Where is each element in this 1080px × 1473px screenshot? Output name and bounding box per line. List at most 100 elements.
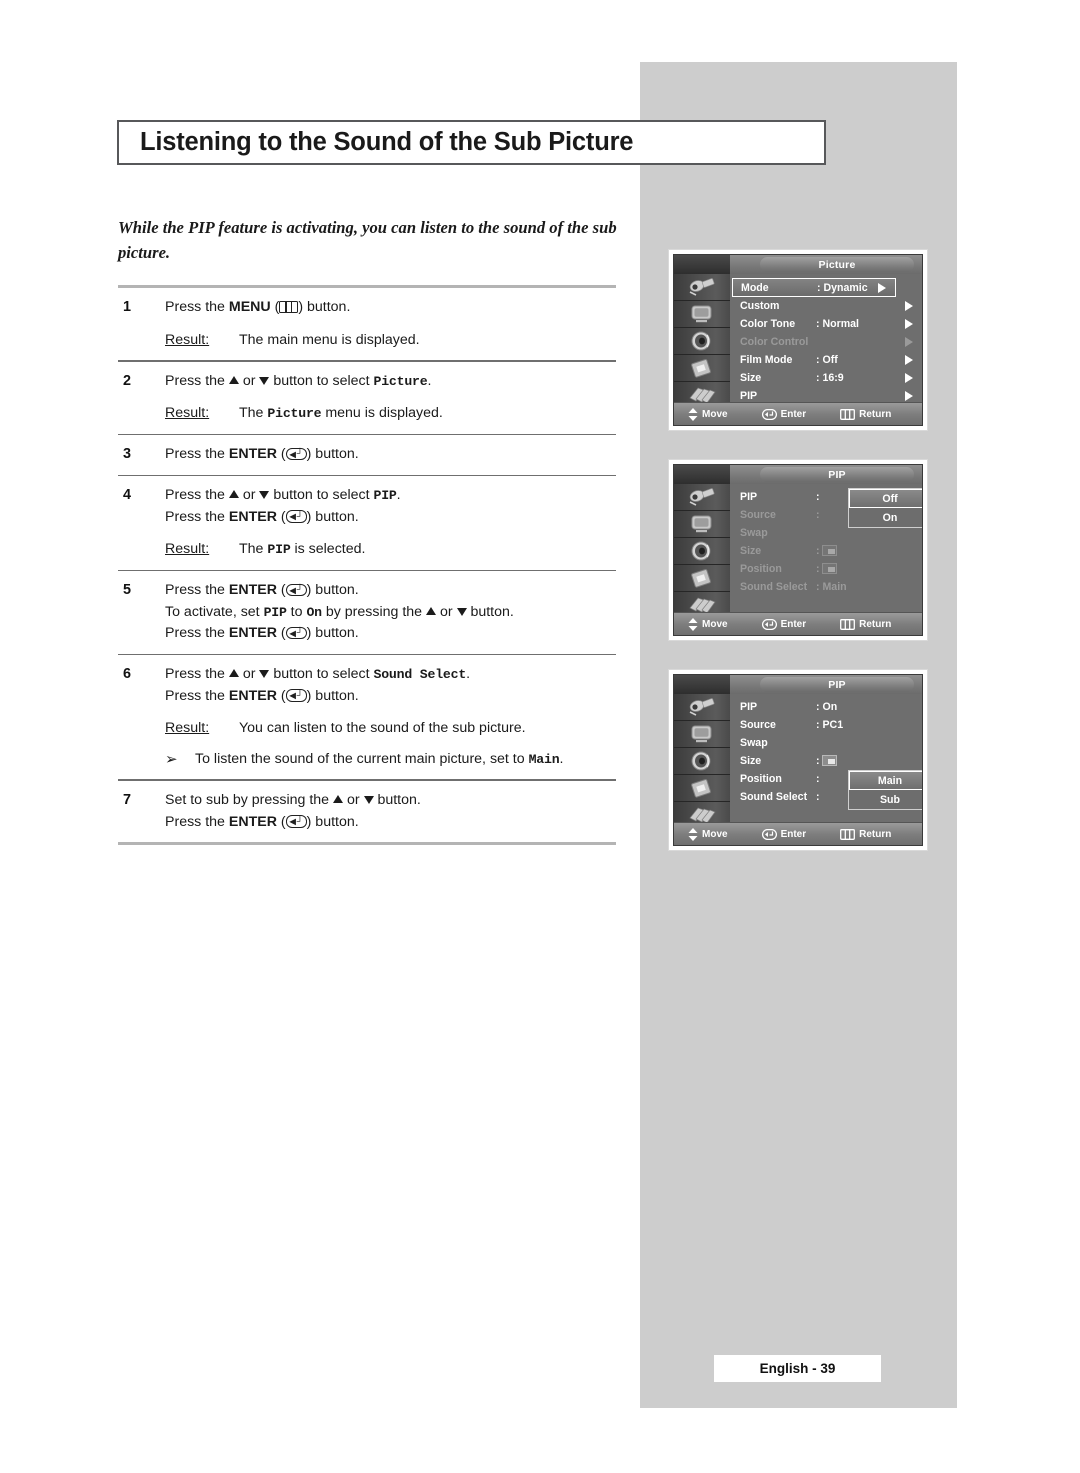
key-name: ENTER: [228, 446, 277, 463]
osd-menu-item[interactable]: Custom: [730, 297, 922, 315]
text-run: (: [276, 508, 286, 525]
osd-hint-label: Enter: [780, 618, 807, 630]
osd-hint-label: Move: [702, 828, 728, 840]
osd-item-label: Position: [740, 773, 782, 785]
text-run: Press the: [165, 446, 229, 463]
picture-tv-icon[interactable]: [674, 511, 730, 538]
setup-chip-icon[interactable]: [674, 775, 730, 802]
result-label: Result:: [165, 541, 210, 558]
osd-menu-item[interactable]: Color Control: [730, 333, 922, 351]
text-run: (: [270, 299, 280, 315]
key-name: ENTER: [228, 508, 277, 525]
osd-menu-item[interactable]: Size:: [730, 542, 922, 560]
sound-speaker-icon[interactable]: [674, 538, 730, 565]
osd-menu-item[interactable]: Source: PC1: [730, 716, 922, 734]
osd-menu-item[interactable]: Swap: [730, 734, 922, 752]
osd-item-label: Source: [740, 509, 776, 521]
step-row: 1 Press the MENU () button. Result: The mai…: [118, 288, 616, 360]
sound-speaker-icon[interactable]: [674, 748, 730, 775]
note-row: ➢ To listen the sound of the current main…: [165, 749, 616, 771]
step-row: 3 Press the ENTER (◀ ┘) button.: [118, 435, 616, 475]
note-text: To listen the sound of the current main …: [195, 749, 563, 771]
osd-hint-return: Return: [840, 829, 891, 840]
input-source-icon[interactable]: [674, 484, 730, 511]
key-name: MENU: [228, 299, 271, 315]
text-run: or: [238, 372, 260, 389]
enter-icon: [761, 828, 777, 840]
sound-speaker-icon[interactable]: [674, 328, 730, 355]
osd-menu-item[interactable]: Color Tone: Normal: [730, 315, 922, 333]
osd-menu-item[interactable]: Position:: [730, 560, 922, 578]
text-run: Press the: [165, 487, 229, 504]
osd-menu-title: PIP: [760, 677, 914, 692]
menu-term: Sound Select: [373, 667, 467, 683]
text-run: button to select: [269, 487, 374, 504]
osd-option-item[interactable]: Sub: [849, 790, 922, 809]
osd-menu-item[interactable]: Mode : Dynamic: [732, 278, 896, 297]
picture-tv-icon[interactable]: [674, 301, 730, 328]
text-run: ) button.: [306, 813, 359, 830]
osd-option-item[interactable]: Off: [849, 489, 922, 508]
osd-option-item[interactable]: On: [849, 508, 922, 527]
setup-chip-icon[interactable]: [674, 565, 730, 592]
key-name: ENTER: [228, 813, 277, 830]
step-body: Press the or button to select PIP. Press …: [165, 485, 616, 561]
menu-icon: [279, 301, 299, 313]
osd-icon-column: [674, 484, 730, 619]
osd-menu-item[interactable]: Size : 16:9: [730, 369, 922, 387]
osd-titlebar-dark-block: [674, 255, 730, 274]
osd-item-label: Mode: [741, 281, 769, 294]
step-body: Press the MENU () button. Result: The main…: [165, 297, 616, 351]
osd-item-value: :: [816, 773, 820, 785]
intro-paragraph: While the PIP feature is activating, you…: [118, 218, 617, 262]
chevron-right-icon: [905, 391, 913, 401]
osd-item-label: Size: [740, 372, 762, 384]
osd-menu-item[interactable]: Sound Select : Main: [730, 578, 922, 596]
osd-menu-item[interactable]: Film Mode: Off: [730, 351, 922, 369]
osd-item-label: Sound Select: [740, 581, 808, 593]
osd-item-label: PIP: [740, 701, 758, 713]
step-line: Press the ENTER (◀ ┘) button.: [165, 812, 616, 834]
input-source-icon[interactable]: [674, 274, 730, 301]
osd-item-value: : Dynamic: [817, 281, 868, 294]
key-name: ENTER: [228, 625, 277, 642]
text-run: Press the: [165, 582, 229, 599]
osd-hint-enter: Enter: [761, 618, 807, 630]
step-line: Set to sub by pressing the or button.: [165, 790, 616, 812]
input-source-icon[interactable]: [674, 694, 730, 721]
osd-item-label: Source: [740, 719, 776, 731]
osd-hint-bar: Move Enter Return: [674, 612, 922, 635]
osd-menu-item[interactable]: PIP: On: [730, 698, 922, 716]
osd-item-value: : Main: [816, 581, 847, 593]
step-line: Press the or button to select Picture.: [165, 371, 616, 393]
step-number: 6: [123, 666, 132, 683]
step-number: 1: [123, 299, 132, 315]
text-run: menu is displayed.: [321, 405, 443, 422]
text-run: button to select: [269, 666, 374, 683]
step-number: 7: [123, 792, 132, 809]
menu-term: Picture: [267, 406, 322, 422]
osd-item-label: Sound Select: [740, 791, 808, 803]
osd-option-item[interactable]: Main: [849, 771, 922, 790]
enter-icon: ◀ ┘: [285, 583, 307, 597]
enter-icon: ◀ ┘: [285, 815, 307, 828]
osd-item-value: : 16:9: [816, 372, 844, 384]
result-row: Result: You can listen to the sound of th…: [165, 718, 616, 740]
osd-menu-item[interactable]: Size:: [730, 752, 922, 770]
chevron-right-icon: [905, 301, 913, 311]
osd-item-label: Size: [740, 545, 762, 557]
osd-hint-label: Enter: [780, 828, 807, 840]
chevron-right-icon: [878, 282, 886, 293]
menu-icon: [840, 408, 856, 420]
text-run: Press the: [165, 299, 229, 315]
result-row: Result: The Picture menu is displayed.: [165, 403, 616, 425]
up-down-arrows-icon: [688, 827, 698, 841]
step-row: 2 Press the or button to select Picture. R…: [118, 362, 616, 434]
text-run: is selected.: [290, 541, 366, 558]
text-run: ) button.: [306, 446, 359, 463]
osd-option-popup[interactable]: Off On: [848, 488, 922, 528]
osd-item-label: Swap: [740, 527, 768, 539]
setup-chip-icon[interactable]: [674, 355, 730, 382]
osd-option-popup[interactable]: Main Sub: [848, 770, 922, 810]
picture-tv-icon[interactable]: [674, 721, 730, 748]
